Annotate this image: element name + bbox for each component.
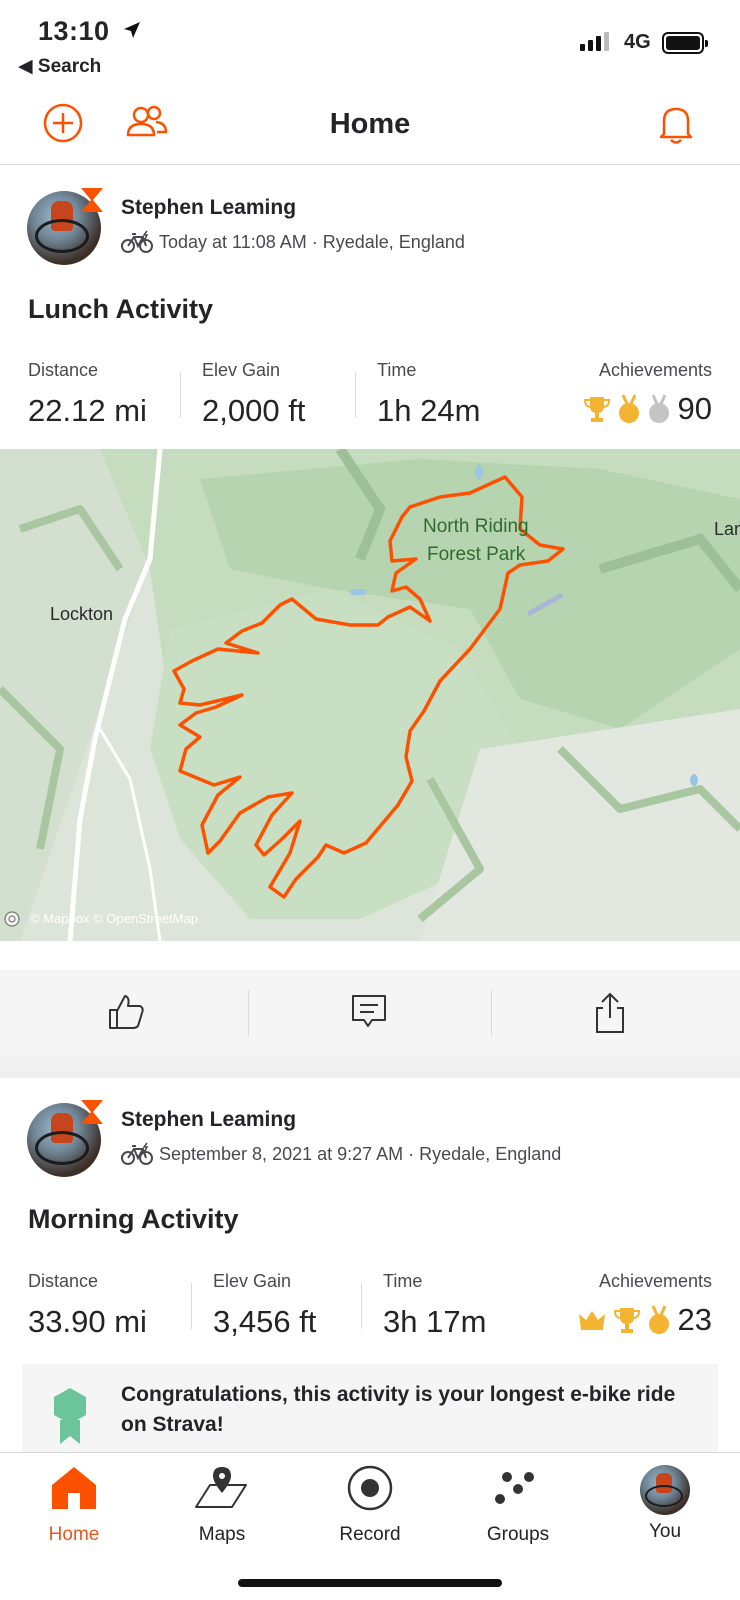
comment-icon[interactable] xyxy=(350,992,388,1032)
stat-elev-gain: Elev Gain 2,000 ft xyxy=(202,360,305,429)
map-label-park-2: Forest Park xyxy=(427,544,526,565)
divider xyxy=(180,372,181,418)
kudos-thumbs-up-icon[interactable] xyxy=(106,992,146,1032)
athlete-name[interactable]: Stephen Leaming xyxy=(121,196,296,220)
tab-label: You xyxy=(648,1521,682,1542)
subscriber-badge-icon xyxy=(81,1100,103,1124)
ebike-icon xyxy=(121,230,153,253)
gold-medal-icon xyxy=(618,394,639,423)
stat-label: Time xyxy=(377,360,417,380)
tab-label: Groups xyxy=(486,1524,550,1545)
tab-you[interactable]: You xyxy=(605,1465,725,1543)
activity-date-location: September 8, 2021 at 9:27 AM · Ryedale, … xyxy=(159,1143,562,1164)
status-time: 13:10 xyxy=(38,16,110,46)
tab-home[interactable]: Home xyxy=(14,1465,134,1546)
stat-value: 33.90 mi xyxy=(28,1304,147,1339)
stat-label: Achievements xyxy=(598,1271,712,1291)
divider xyxy=(361,1283,362,1329)
stat-label: Time xyxy=(383,1271,423,1291)
ebike-icon xyxy=(121,1142,153,1165)
feed-separator xyxy=(0,1056,740,1078)
activity-meta: Today at 11:08 AM · Ryedale, England xyxy=(121,230,465,254)
stat-value: 1h 24m xyxy=(377,393,481,428)
stat-label: Elev Gain xyxy=(213,1271,292,1291)
location-arrow-icon xyxy=(124,22,140,38)
stat-elev-gain: Elev Gain 3,456 ft xyxy=(213,1271,316,1340)
subscriber-badge-icon xyxy=(81,188,103,212)
divider xyxy=(355,372,356,418)
map-label-edge: Lan xyxy=(714,519,740,539)
silver-medal-icon xyxy=(648,394,669,423)
groups-icon xyxy=(495,1472,534,1504)
page-title: Home xyxy=(329,108,411,140)
tab-groups[interactable]: Groups xyxy=(458,1465,578,1546)
stat-distance: Distance 33.90 mi xyxy=(28,1271,147,1340)
bottom-tab-bar: Home Maps Record Groups You xyxy=(0,1452,740,1600)
stat-value: 3h 17m xyxy=(383,1304,487,1339)
activity-date-location: Today at 11:08 AM · Ryedale, England xyxy=(159,231,465,252)
app-header: Home xyxy=(0,90,740,165)
tab-label: Home xyxy=(48,1524,100,1545)
gold-medal-icon xyxy=(648,1305,669,1334)
stat-value: 22.12 mi xyxy=(28,393,147,428)
tab-label: Record xyxy=(339,1524,401,1545)
status-bar: 13:10 ◀︎ Search 4G xyxy=(0,0,740,90)
tab-record[interactable]: Record xyxy=(310,1465,430,1546)
stat-achievements[interactable]: Achievements 23 xyxy=(576,1271,712,1338)
activity-meta: September 8, 2021 at 9:27 AM · Ryedale, … xyxy=(121,1142,561,1166)
map-attribution[interactable]: © Mapbox © OpenStreetMap xyxy=(30,911,198,926)
stat-label: Achievements xyxy=(598,360,712,380)
back-triangle-icon: ◀︎ xyxy=(18,56,33,77)
tab-maps[interactable]: Maps xyxy=(162,1465,282,1546)
crown-icon xyxy=(578,1311,605,1330)
route-map[interactable]: Lockton North Riding Forest Park Lan © M… xyxy=(0,449,740,941)
activity-title[interactable]: Lunch Activity xyxy=(28,294,213,325)
activity-title[interactable]: Morning Activity xyxy=(28,1204,239,1235)
notifications-bell-icon[interactable] xyxy=(656,102,696,146)
home-indicator xyxy=(238,1579,502,1587)
stat-value: 3,456 ft xyxy=(213,1304,317,1339)
congrats-message: Congratulations, this activity is your l… xyxy=(121,1383,676,1436)
record-icon xyxy=(347,1465,393,1511)
battery-icon xyxy=(662,32,708,54)
home-icon xyxy=(52,1467,96,1509)
tab-label: Maps xyxy=(198,1524,246,1545)
divider xyxy=(191,1283,192,1329)
stat-value: 2,000 ft xyxy=(202,393,306,428)
achievement-count: 23 xyxy=(677,1302,712,1337)
map-label-park-1: North Riding xyxy=(423,516,529,537)
stat-time: Time 1h 24m xyxy=(377,360,480,429)
trophy-icon xyxy=(583,397,610,422)
stat-label: Distance xyxy=(28,360,99,380)
stat-time: Time 3h 17m xyxy=(383,1271,486,1340)
divider xyxy=(491,990,492,1036)
trophy-icon xyxy=(613,1308,640,1333)
map-terrain xyxy=(0,449,740,941)
map-label-lockton: Lockton xyxy=(50,604,114,624)
back-label: Search xyxy=(37,56,102,77)
longest-ride-banner[interactable]: Congratulations, this activity is your l… xyxy=(22,1364,718,1454)
stat-distance: Distance 22.12 mi xyxy=(28,360,147,429)
share-icon[interactable] xyxy=(592,992,628,1034)
avatar xyxy=(640,1465,690,1515)
back-to-search-link[interactable]: ◀︎ Search xyxy=(18,55,101,78)
signal-icon xyxy=(580,32,609,51)
stat-label: Distance xyxy=(28,1271,99,1291)
achievement-count: 90 xyxy=(677,391,712,426)
athlete-name[interactable]: Stephen Leaming xyxy=(121,1108,296,1132)
network-label: 4G xyxy=(624,31,651,53)
map-icon xyxy=(195,1467,247,1508)
activity-actions xyxy=(0,970,740,1056)
achievement-badge-icon xyxy=(54,1388,86,1444)
divider xyxy=(248,990,249,1036)
mapbox-logo-icon xyxy=(4,911,20,927)
stat-label: Elev Gain xyxy=(202,360,281,380)
stat-achievements[interactable]: Achievements 90 xyxy=(582,360,712,427)
